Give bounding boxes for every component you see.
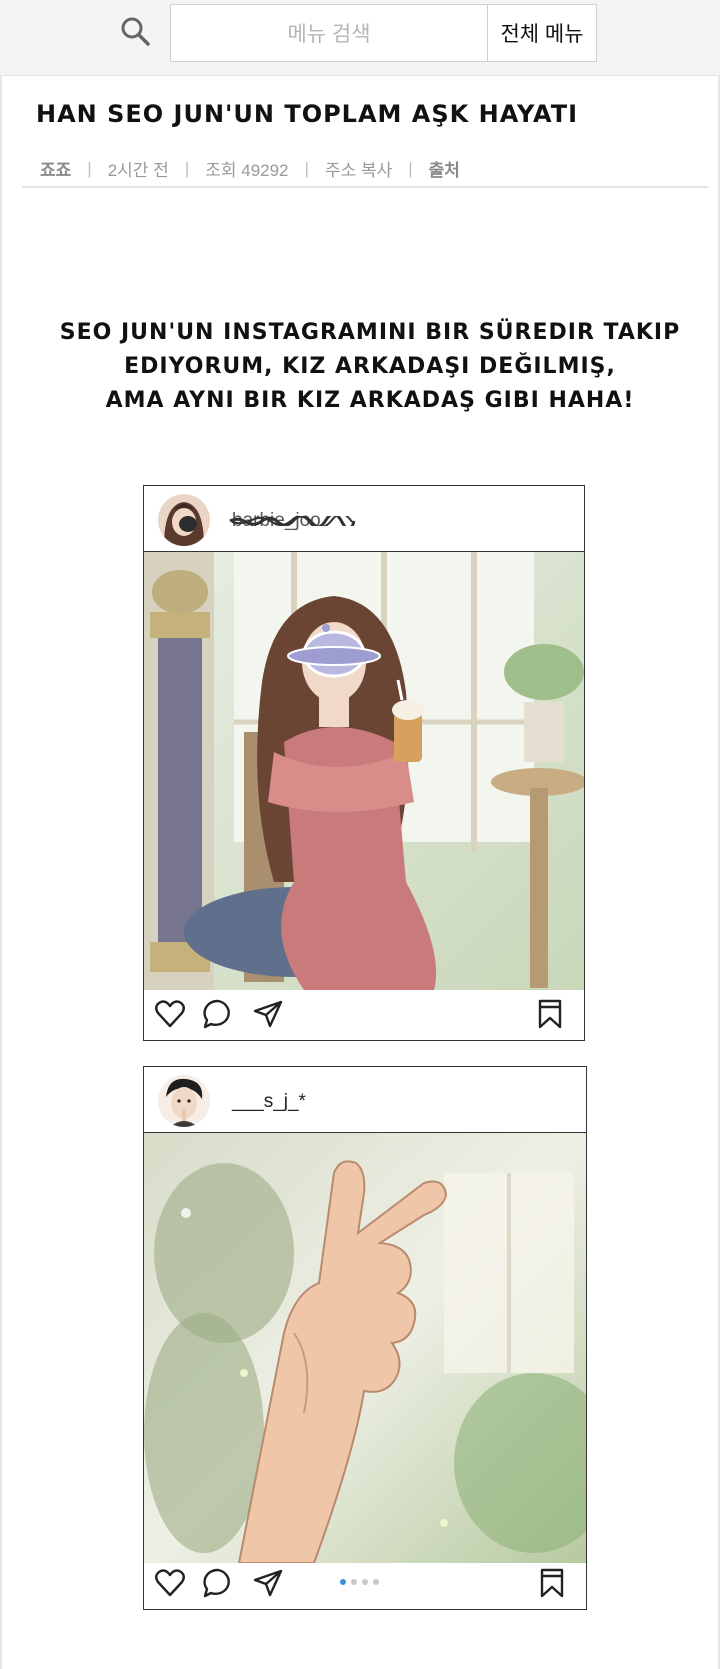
post-title: HAN SEO JUN'UN TOPLAM AŞK HAYATI <box>36 100 579 128</box>
scribble-redaction <box>229 516 356 526</box>
search-input[interactable]: 메뉴 검색 <box>170 4 488 62</box>
carousel-dot[interactable] <box>362 1579 368 1585</box>
share-icon[interactable] <box>252 1567 284 1599</box>
bookmark-icon[interactable] <box>534 998 566 1030</box>
heart-icon[interactable] <box>154 1567 186 1599</box>
caption-line: SEO JUN'UN INSTAGRAMINI BIR SÜREDIR TAKI… <box>59 320 681 345</box>
instagram-post-card: ___s_j_* <box>143 1066 587 1610</box>
username[interactable]: ___s_j_* <box>232 1091 306 1113</box>
post-photo[interactable] <box>144 552 584 990</box>
share-icon[interactable] <box>252 998 284 1030</box>
carousel-dots[interactable] <box>340 1579 379 1585</box>
post-actions <box>144 988 584 1040</box>
heart-icon[interactable] <box>154 998 186 1030</box>
meta-separator: | <box>408 158 413 178</box>
avatar[interactable] <box>158 494 210 546</box>
post-photo[interactable] <box>144 1133 586 1563</box>
post-meta: 죠죠 | 2시간 전 | 조회 49292 | 주소 복사 | 출처 <box>40 156 460 181</box>
carousel-dot[interactable] <box>340 1579 346 1585</box>
top-bar: 메뉴 검색 전체 메뉴 <box>0 0 720 76</box>
caption-line: EDIYORUM, KIZ ARKADAŞI DEĞILMIŞ, <box>124 354 616 379</box>
copy-link-button[interactable]: 주소 복사 <box>325 156 392 181</box>
comment-icon[interactable] <box>202 998 234 1030</box>
search-icon[interactable] <box>118 14 152 48</box>
all-menu-button[interactable]: 전체 메뉴 <box>487 4 597 62</box>
avatar[interactable] <box>158 1075 210 1127</box>
source-link[interactable]: 출처 <box>429 156 460 181</box>
instagram-post-card: barbie_joo <box>143 485 585 1041</box>
comment-icon[interactable] <box>202 1567 234 1599</box>
post-header: ___s_j_* <box>144 1067 586 1133</box>
post-time: 2시간 전 <box>107 161 169 180</box>
meta-separator: | <box>87 158 92 178</box>
comic-caption: SEO JUN'UN INSTAGRAMINI BIR SÜREDIR TAKI… <box>40 316 700 418</box>
post-actions <box>144 1557 586 1609</box>
author-name[interactable]: 죠죠 <box>40 156 71 181</box>
carousel-dot[interactable] <box>373 1579 379 1585</box>
caption-line: AMA AYNI BIR KIZ ARKADAŞ GIBI HAHA! <box>105 388 635 413</box>
header-divider <box>22 186 708 188</box>
post-header: barbie_joo <box>144 486 584 552</box>
carousel-dot[interactable] <box>351 1579 357 1585</box>
bookmark-icon[interactable] <box>536 1567 568 1599</box>
meta-separator: | <box>184 158 190 178</box>
meta-separator: | <box>304 158 309 178</box>
view-count: 조회 49292 <box>205 161 289 180</box>
